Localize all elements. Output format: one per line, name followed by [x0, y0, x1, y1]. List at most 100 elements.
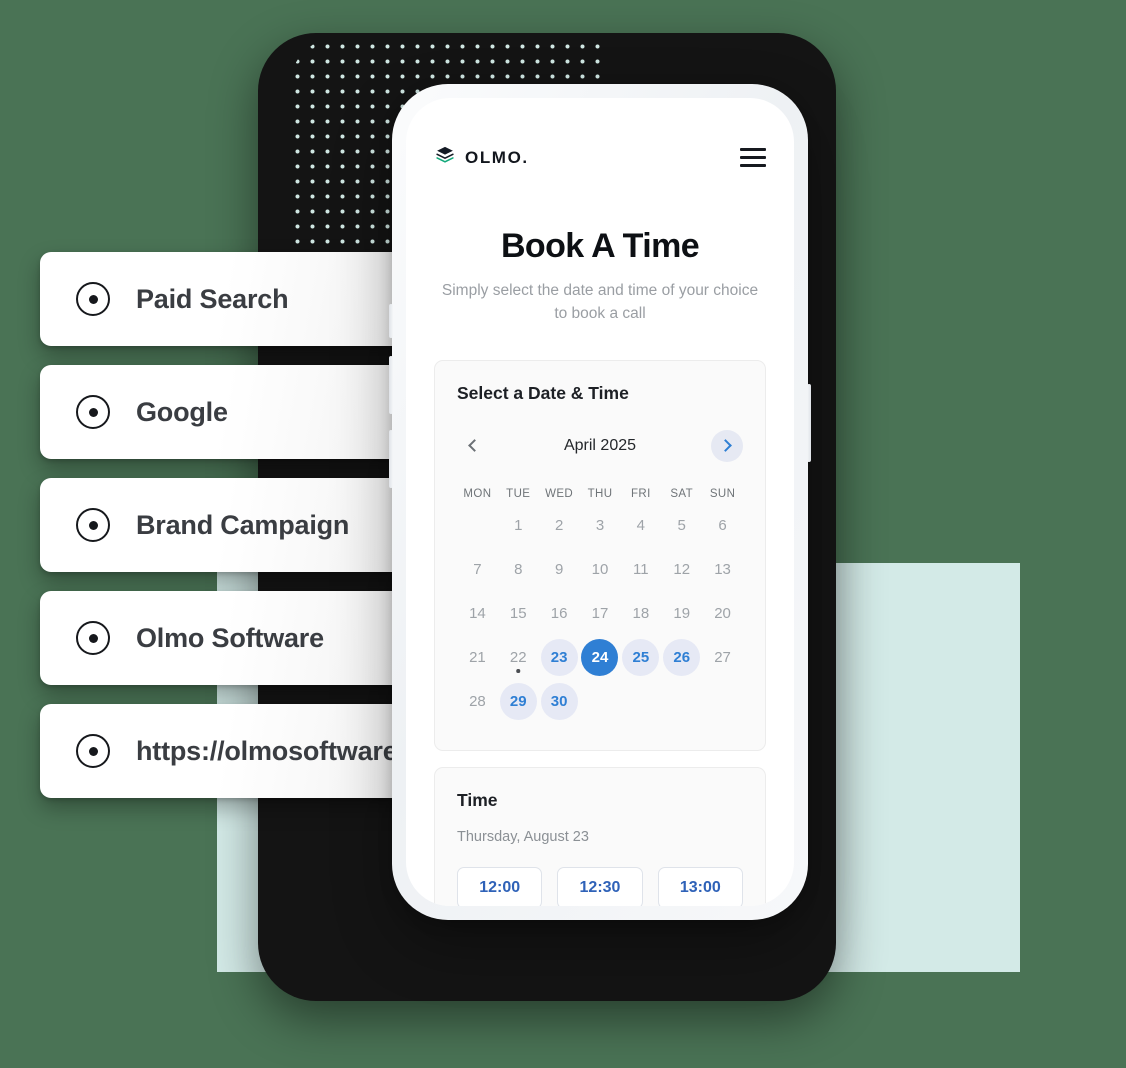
- list-item[interactable]: Google: [40, 365, 420, 459]
- calendar-day: 11: [620, 548, 661, 592]
- calendar-day-number: 15: [509, 605, 527, 623]
- calendar-day: 15: [498, 592, 539, 636]
- calendar-day: 2: [539, 504, 580, 548]
- calendar-day[interactable]: 23: [539, 636, 580, 680]
- calendar-day-number: 14: [469, 605, 486, 623]
- calendar-day[interactable]: 29: [498, 680, 539, 724]
- calendar-day-number: 24: [581, 639, 619, 677]
- calendar-day-number: 28: [469, 693, 486, 711]
- calendar-day-number: 7: [473, 561, 482, 579]
- calendar-day-number: 8: [514, 561, 523, 579]
- calendar-day: 27: [702, 636, 743, 680]
- calendar-day-number: 9: [554, 561, 564, 579]
- app-header: OLMO.: [434, 98, 766, 171]
- phone-button-mute[interactable]: [389, 304, 393, 338]
- booking-app: OLMO. Book A Time Simply select the date…: [406, 98, 794, 906]
- calendar-day: 6: [702, 504, 743, 548]
- calendar-day-number: 4: [636, 517, 646, 535]
- calendar-day: 14: [457, 592, 498, 636]
- page-title: Book A Time: [500, 227, 700, 265]
- calendar-day: 18: [620, 592, 661, 636]
- calendar-day-number: 11: [633, 561, 649, 579]
- card-label: Google: [136, 396, 228, 427]
- calendar-month-label: April 2025: [563, 436, 637, 454]
- calendar-weekday-header: THU: [587, 487, 613, 500]
- calendar-day-number: 25: [622, 639, 660, 677]
- calendar-day-number: 21: [469, 649, 486, 667]
- option-card-list: Paid Search Google Brand Campaign Olmo S…: [40, 252, 420, 817]
- phone-mockup: OLMO. Book A Time Simply select the date…: [389, 84, 811, 920]
- list-item[interactable]: Olmo Software: [40, 591, 420, 685]
- calendar-day-number: 6: [718, 517, 727, 535]
- card-label: Paid Search: [136, 283, 289, 314]
- calendar-day: 12: [661, 548, 702, 592]
- calendar-day-number: 17: [591, 605, 609, 623]
- radio-selected-icon: [76, 734, 110, 768]
- phone-screen: OLMO. Book A Time Simply select the date…: [406, 98, 794, 906]
- time-picker-panel: Time Thursday, August 23 12:00 12:30 13:00: [434, 766, 766, 906]
- calendar-day-number: 22: [509, 649, 527, 667]
- calendar-day-number: 10: [591, 561, 609, 579]
- calendar-day: 10: [580, 548, 621, 592]
- brand-name: OLMO.: [465, 147, 529, 167]
- calendar-day: 13: [702, 548, 743, 592]
- calendar-day: 3: [580, 504, 621, 548]
- calendar-weekday-header: FRI: [630, 487, 651, 500]
- calendar-day-number: 3: [595, 517, 605, 535]
- calendar-day-number: 12: [673, 561, 691, 579]
- date-picker-panel: Select a Date & Time April 2025 MON TUE WE…: [434, 359, 766, 751]
- calendar-day: 28: [457, 680, 498, 724]
- calendar-day-number: 30: [540, 683, 578, 721]
- calendar-weekday-header: SUN: [709, 487, 736, 500]
- calendar-day-number: 13: [714, 561, 731, 579]
- chevron-right-icon[interactable]: [710, 429, 743, 462]
- calendar-day-number: 2: [554, 517, 564, 535]
- brand-logo[interactable]: OLMO.: [434, 144, 529, 171]
- calendar-day-number: 23: [540, 639, 578, 677]
- card-label: Brand Campaign: [136, 509, 350, 540]
- calendar-day-number: 1: [514, 517, 523, 535]
- time-slot-button[interactable]: 12:00: [457, 866, 543, 906]
- chevron-left-icon[interactable]: [457, 430, 489, 462]
- calendar-day-number: 29: [499, 683, 537, 721]
- calendar-weekday-header: WED: [545, 487, 574, 500]
- phone-button-volume-down[interactable]: [389, 430, 393, 488]
- calendar-weekday-header: TUE: [506, 487, 531, 500]
- calendar-day: 21: [457, 636, 498, 680]
- scene: Paid Search Google Brand Campaign Olmo S…: [0, 0, 1126, 1068]
- calendar-day: 9: [539, 548, 580, 592]
- calendar-day[interactable]: 30: [539, 680, 580, 724]
- calendar-day: 16: [539, 592, 580, 636]
- calendar-day: 5: [661, 504, 702, 548]
- calendar-day: 8: [498, 548, 539, 592]
- radio-selected-icon: [76, 395, 110, 429]
- time-picker-title: Time: [457, 789, 498, 810]
- radio-selected-icon: [76, 508, 110, 542]
- phone-button-power[interactable]: [807, 384, 811, 462]
- calendar-day: 17: [580, 592, 621, 636]
- calendar-day: 19: [661, 592, 702, 636]
- list-item[interactable]: Paid Search: [40, 252, 420, 346]
- page-subtitle: Simply select the date and time of your …: [441, 282, 759, 322]
- calendar-weekday-header: SAT: [670, 487, 694, 500]
- calendar-day-number: 20: [714, 605, 731, 623]
- phone-button-volume-up[interactable]: [389, 356, 393, 414]
- calendar-day[interactable]: 26: [661, 636, 702, 680]
- list-item[interactable]: https://olmosoftware: [40, 704, 420, 798]
- calendar-day-selected[interactable]: 24: [580, 636, 621, 680]
- hamburger-menu-icon[interactable]: [740, 148, 766, 167]
- time-slot-button[interactable]: 13:00: [657, 866, 743, 906]
- calendar-day[interactable]: 25: [620, 636, 661, 680]
- calendar-day-number: 5: [677, 517, 686, 535]
- time-slot-button[interactable]: 12:30: [557, 866, 643, 906]
- calendar-day-number: 16: [550, 605, 568, 623]
- calendar-day-number: 26: [663, 639, 701, 677]
- calendar-header: April 2025: [457, 429, 743, 462]
- date-picker-title: Select a Date & Time: [457, 382, 629, 403]
- radio-selected-icon: [76, 621, 110, 655]
- card-label: Olmo Software: [136, 622, 324, 653]
- card-label: https://olmosoftware: [136, 735, 398, 766]
- list-item[interactable]: Brand Campaign: [40, 478, 420, 572]
- layers-stack-icon: [434, 144, 456, 171]
- calendar-day-number: 27: [714, 649, 731, 667]
